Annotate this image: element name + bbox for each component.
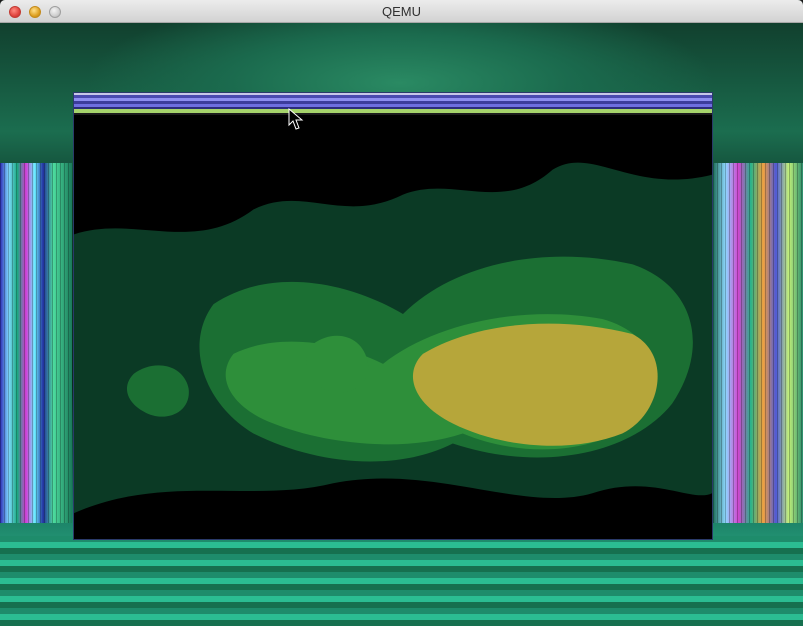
glitch-band-right — [713, 163, 803, 523]
guest-window-content — [74, 115, 712, 539]
qemu-window: QEMU — [0, 0, 803, 626]
window-title: QEMU — [382, 4, 421, 19]
window-titlebar[interactable]: QEMU — [0, 0, 803, 23]
contour-image — [74, 115, 712, 539]
glitch-band-bottom — [0, 536, 803, 626]
glitch-band-left — [0, 163, 72, 523]
guest-window-titlebar[interactable] — [74, 93, 712, 115]
guest-window[interactable] — [73, 92, 713, 540]
mouse-cursor-icon — [288, 108, 304, 130]
